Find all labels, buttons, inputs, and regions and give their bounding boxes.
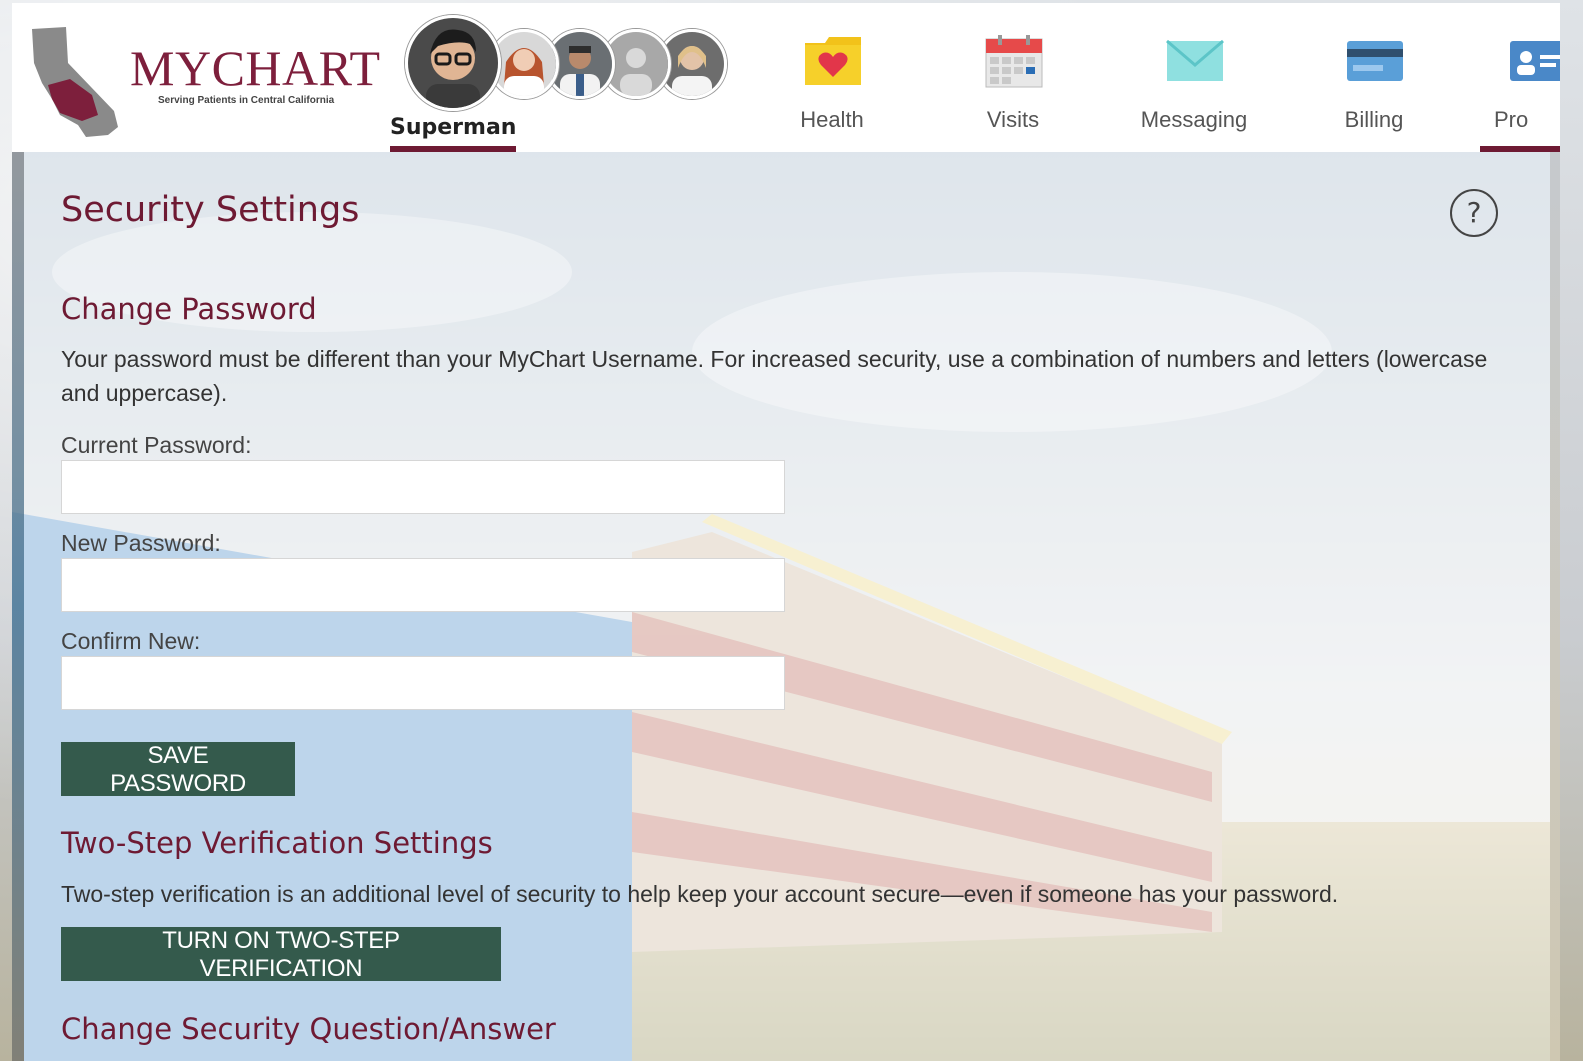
- nav-billing[interactable]: Billing: [1299, 29, 1449, 152]
- new-password-label: New Password:: [61, 530, 221, 556]
- help-icon[interactable]: ?: [1450, 189, 1498, 237]
- nav-profile-label: Pro: [1494, 107, 1529, 132]
- mychart-logo[interactable]: MYCHART Serving Patients in Central Cali…: [26, 23, 380, 143]
- calendar-icon: [985, 35, 1043, 88]
- save-password-button[interactable]: SAVE PASSWORD: [61, 742, 295, 797]
- main-content: Security Settings ? Change Password Your…: [12, 152, 1560, 1061]
- envelope-icon: [1166, 39, 1224, 81]
- right-edge-frame: [1550, 152, 1560, 1061]
- avatar-superman[interactable]: [405, 15, 501, 111]
- security-question-heading: Change Security Question/Answer: [61, 1012, 556, 1046]
- nav-profile[interactable]: Pro: [1480, 29, 1560, 152]
- credit-card-icon: [1347, 41, 1403, 81]
- nav-health[interactable]: Health: [757, 29, 907, 152]
- nav-messaging[interactable]: Messaging: [1119, 29, 1269, 152]
- person-avatar-icon: [408, 18, 498, 108]
- turn-on-two-step-button[interactable]: TURN ON TWO-STEP VERIFICATION: [61, 927, 501, 982]
- active-user-name: Superman: [390, 115, 517, 140]
- new-password-input[interactable]: [61, 558, 785, 612]
- change-password-description: Your password must be different than you…: [61, 346, 1488, 406]
- person-avatar-icon: [492, 32, 556, 96]
- confirm-password-label: Confirm New:: [61, 628, 201, 654]
- brand-name: MYCHART: [130, 40, 381, 96]
- two-step-description: Two-step verification is an additional l…: [61, 881, 1339, 907]
- top-header: MYCHART Serving Patients in Central Cali…: [12, 3, 1560, 153]
- app-window: MYCHART Serving Patients in Central Cali…: [12, 3, 1560, 1061]
- change-password-heading: Change Password: [61, 292, 317, 326]
- nav-billing-label: Billing: [1344, 107, 1404, 132]
- left-edge-shadow: [12, 152, 24, 1061]
- confirm-password-input[interactable]: [61, 656, 785, 710]
- page-title: Security Settings: [61, 190, 360, 230]
- nav-health-label: Health: [800, 107, 864, 132]
- heart-folder-icon: [805, 37, 861, 85]
- proxy-avatars: [405, 15, 735, 115]
- california-map-icon: [32, 27, 118, 137]
- current-password-input[interactable]: [61, 460, 785, 514]
- two-step-heading: Two-Step Verification Settings: [61, 826, 493, 860]
- profile-card-icon: [1510, 41, 1560, 81]
- nav-messaging-label: Messaging: [1140, 107, 1248, 132]
- current-password-label: Current Password:: [61, 432, 252, 458]
- nav-visits[interactable]: Visits: [938, 29, 1088, 152]
- brand-tagline: Serving Patients in Central California: [158, 95, 335, 106]
- nav-visits-label: Visits: [986, 107, 1040, 132]
- active-user-tab[interactable]: Superman: [390, 111, 516, 152]
